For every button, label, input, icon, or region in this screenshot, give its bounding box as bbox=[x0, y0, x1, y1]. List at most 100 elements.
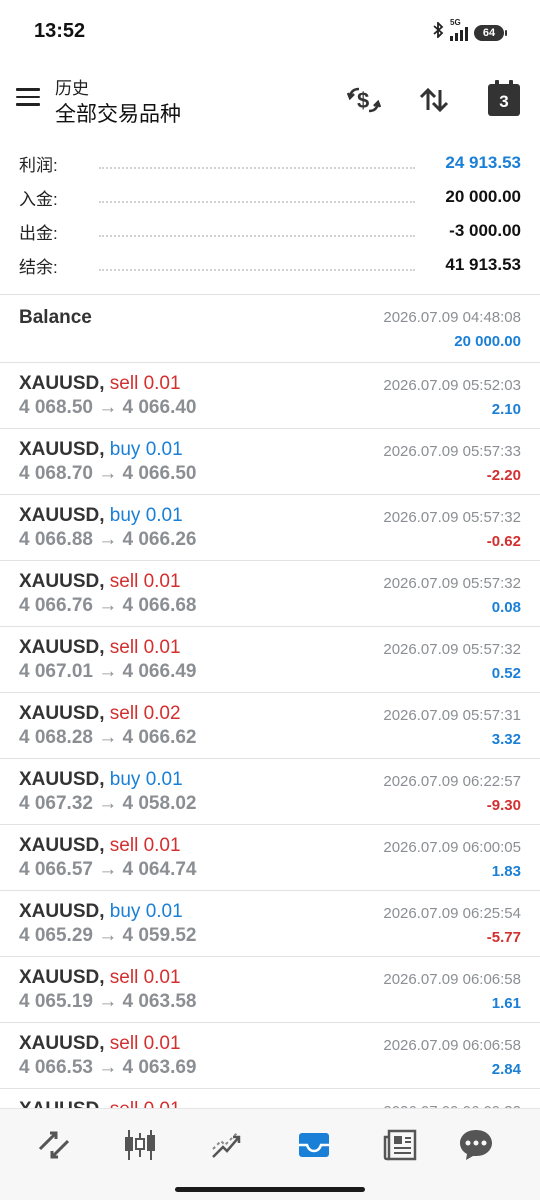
trade-profit: 0.52 bbox=[491, 665, 521, 682]
trade-row[interactable]: XAUUSD, sell 0.01 4 066.53 → 4 063.69 2026… bbox=[0, 1023, 540, 1089]
trade-side: sell 0.01 bbox=[109, 1033, 181, 1054]
gesture-bar bbox=[175, 1187, 365, 1192]
trade-symbol: XAUUSD, bbox=[19, 1033, 105, 1054]
trade-prices: 4 066.57 → 4 064.74 bbox=[19, 859, 197, 880]
trade-time: 2026.07.09 06:06:58 bbox=[383, 971, 521, 988]
summary-dots bbox=[99, 191, 415, 203]
trade-prices: 4 068.50 → 4 066.40 bbox=[19, 397, 197, 418]
trade-profit: -0.62 bbox=[486, 533, 521, 550]
trade-title: XAUUSD, buy 0.01 bbox=[19, 505, 183, 527]
balance-value: 20 000.00 bbox=[454, 333, 521, 350]
trade-title: XAUUSD, buy 0.01 bbox=[19, 439, 183, 461]
trade-row[interactable]: XAUUSD, sell 0.02 4 068.28 → 4 066.62 2026… bbox=[0, 693, 540, 759]
trade-symbol: XAUUSD, bbox=[19, 703, 105, 724]
chart-candles-icon[interactable] bbox=[120, 1125, 160, 1165]
trade-prices: 4 068.70 → 4 066.50 bbox=[19, 463, 197, 484]
trade-symbol: XAUUSD, bbox=[19, 571, 105, 592]
battery-icon: 64 bbox=[474, 24, 507, 41]
trade-side: sell 0.01 bbox=[109, 835, 181, 856]
summary-value: -3 000.00 bbox=[449, 221, 521, 240]
trade-profit: 1.61 bbox=[491, 995, 521, 1012]
trade-profit: 3.32 bbox=[491, 731, 521, 748]
summary-dots bbox=[99, 225, 415, 237]
trade-symbol: XAUUSD, bbox=[19, 835, 105, 856]
trade-icon[interactable] bbox=[207, 1125, 247, 1165]
trade-prices: 4 067.32 → 4 058.02 bbox=[19, 793, 197, 814]
trade-prices: 4 066.76 → 4 066.68 bbox=[19, 595, 197, 616]
calendar-icon[interactable]: 3 bbox=[486, 80, 522, 118]
trade-side: buy 0.01 bbox=[109, 439, 183, 460]
trade-profit: 0.08 bbox=[491, 599, 521, 616]
trade-row[interactable]: XAUUSD, buy 0.01 4 068.70 → 4 066.50 2026.… bbox=[0, 429, 540, 495]
summary-value: 24 913.53 bbox=[445, 153, 521, 172]
trade-row[interactable]: XAUUSD, sell 0.01 4 065.19 → 4 063.58 2026… bbox=[0, 957, 540, 1023]
trade-symbol: XAUUSD, bbox=[19, 373, 105, 394]
trade-row[interactable]: XAUUSD, sell 0.01 4 066.57 → 4 064.74 2026… bbox=[0, 825, 540, 891]
trade-profit: 2.10 bbox=[491, 401, 521, 418]
trade-profit: -9.30 bbox=[486, 797, 521, 814]
summary-row: 出金: -3 000.00 bbox=[0, 214, 540, 248]
trade-title: XAUUSD, sell 0.01 bbox=[19, 571, 181, 593]
trade-title: XAUUSD, sell 0.01 bbox=[19, 373, 181, 395]
trade-title: XAUUSD, sell 0.02 bbox=[19, 703, 181, 725]
trade-row[interactable]: XAUUSD, buy 0.01 4 067.32 → 4 058.02 2026.… bbox=[0, 759, 540, 825]
trade-row[interactable]: XAUUSD, sell 0.01 4 066.76 → 4 066.68 2026… bbox=[0, 561, 540, 627]
trade-title: XAUUSD, sell 0.01 bbox=[19, 835, 181, 857]
trade-time: 2026.07.09 06:25:54 bbox=[383, 905, 521, 922]
page-subtitle: 历史 bbox=[55, 79, 89, 98]
summary-label: 出金: bbox=[19, 223, 58, 243]
trade-symbol: XAUUSD, bbox=[19, 769, 105, 790]
summary-row: 结余: 41 913.53 bbox=[0, 248, 540, 282]
trade-profit: 2.84 bbox=[491, 1061, 521, 1078]
trade-side: sell 0.01 bbox=[109, 373, 181, 394]
summary-dots bbox=[99, 259, 415, 271]
history-list[interactable]: Balance 2026.07.09 04:48:08 20 000.00 XA… bbox=[0, 294, 540, 1155]
menu-icon[interactable] bbox=[16, 88, 40, 108]
status-icons: 5G 64 bbox=[432, 18, 507, 43]
signal-icon: 5G bbox=[450, 18, 468, 41]
trade-title: XAUUSD, sell 0.01 bbox=[19, 637, 181, 659]
chat-icon[interactable] bbox=[456, 1125, 496, 1165]
trade-symbol: XAUUSD, bbox=[19, 505, 105, 526]
summary-label: 入金: bbox=[19, 189, 58, 209]
balance-title: Balance bbox=[19, 307, 92, 328]
page-title[interactable]: 全部交易品种 bbox=[55, 98, 181, 128]
summary-label: 利润: bbox=[19, 155, 58, 175]
battery-level: 64 bbox=[482, 26, 496, 39]
trade-prices: 4 067.01 → 4 066.49 bbox=[19, 661, 197, 682]
trade-title: XAUUSD, buy 0.01 bbox=[19, 769, 183, 791]
app-header: 历史 全部交易品种 $ 3 bbox=[0, 64, 540, 134]
summary-value: 20 000.00 bbox=[445, 187, 521, 206]
trade-side: buy 0.01 bbox=[109, 901, 183, 922]
news-icon[interactable] bbox=[380, 1125, 420, 1165]
trade-prices: 4 066.88 → 4 066.26 bbox=[19, 529, 197, 550]
summary-row: 入金: 20 000.00 bbox=[0, 180, 540, 214]
trade-time: 2026.07.09 05:57:33 bbox=[383, 443, 521, 460]
calendar-day: 3 bbox=[499, 92, 509, 111]
summary-panel: 利润: 24 913.53 入金: 20 000.00 出金: -3 000.00 结余: 4… bbox=[0, 146, 540, 282]
status-time: 13:52 bbox=[34, 20, 86, 42]
trade-row[interactable]: XAUUSD, buy 0.01 4 065.29 → 4 059.52 2026.… bbox=[0, 891, 540, 957]
history-inbox-icon[interactable] bbox=[294, 1125, 334, 1165]
trade-symbol: XAUUSD, bbox=[19, 439, 105, 460]
dollar-exchange-icon[interactable]: $ bbox=[346, 82, 382, 118]
trade-row[interactable]: XAUUSD, buy 0.01 4 066.88 → 4 066.26 2026.… bbox=[0, 495, 540, 561]
balance-row[interactable]: Balance 2026.07.09 04:48:08 20 000.00 bbox=[0, 295, 540, 363]
trade-time: 2026.07.09 05:52:03 bbox=[383, 377, 521, 394]
bluetooth-icon bbox=[432, 20, 444, 43]
trade-time: 2026.07.09 05:57:32 bbox=[383, 509, 521, 526]
trade-side: buy 0.01 bbox=[109, 505, 183, 526]
trade-symbol: XAUUSD, bbox=[19, 967, 105, 988]
quotes-icon[interactable] bbox=[34, 1125, 74, 1165]
status-bar: 13:52 5G 64 bbox=[0, 0, 540, 64]
balance-time: 2026.07.09 04:48:08 bbox=[383, 309, 521, 326]
sort-icon[interactable] bbox=[416, 82, 452, 118]
trade-title: XAUUSD, buy 0.01 bbox=[19, 901, 183, 923]
trade-row[interactable]: XAUUSD, sell 0.01 4 068.50 → 4 066.40 2026… bbox=[0, 363, 540, 429]
trade-row[interactable]: XAUUSD, sell 0.01 4 067.01 → 4 066.49 2026… bbox=[0, 627, 540, 693]
trade-time: 2026.07.09 05:57:31 bbox=[383, 707, 521, 724]
trade-prices: 4 065.29 → 4 059.52 bbox=[19, 925, 197, 946]
trade-time: 2026.07.09 06:00:05 bbox=[383, 839, 521, 856]
trade-profit: 1.83 bbox=[491, 863, 521, 880]
trade-time: 2026.07.09 05:57:32 bbox=[383, 641, 521, 658]
